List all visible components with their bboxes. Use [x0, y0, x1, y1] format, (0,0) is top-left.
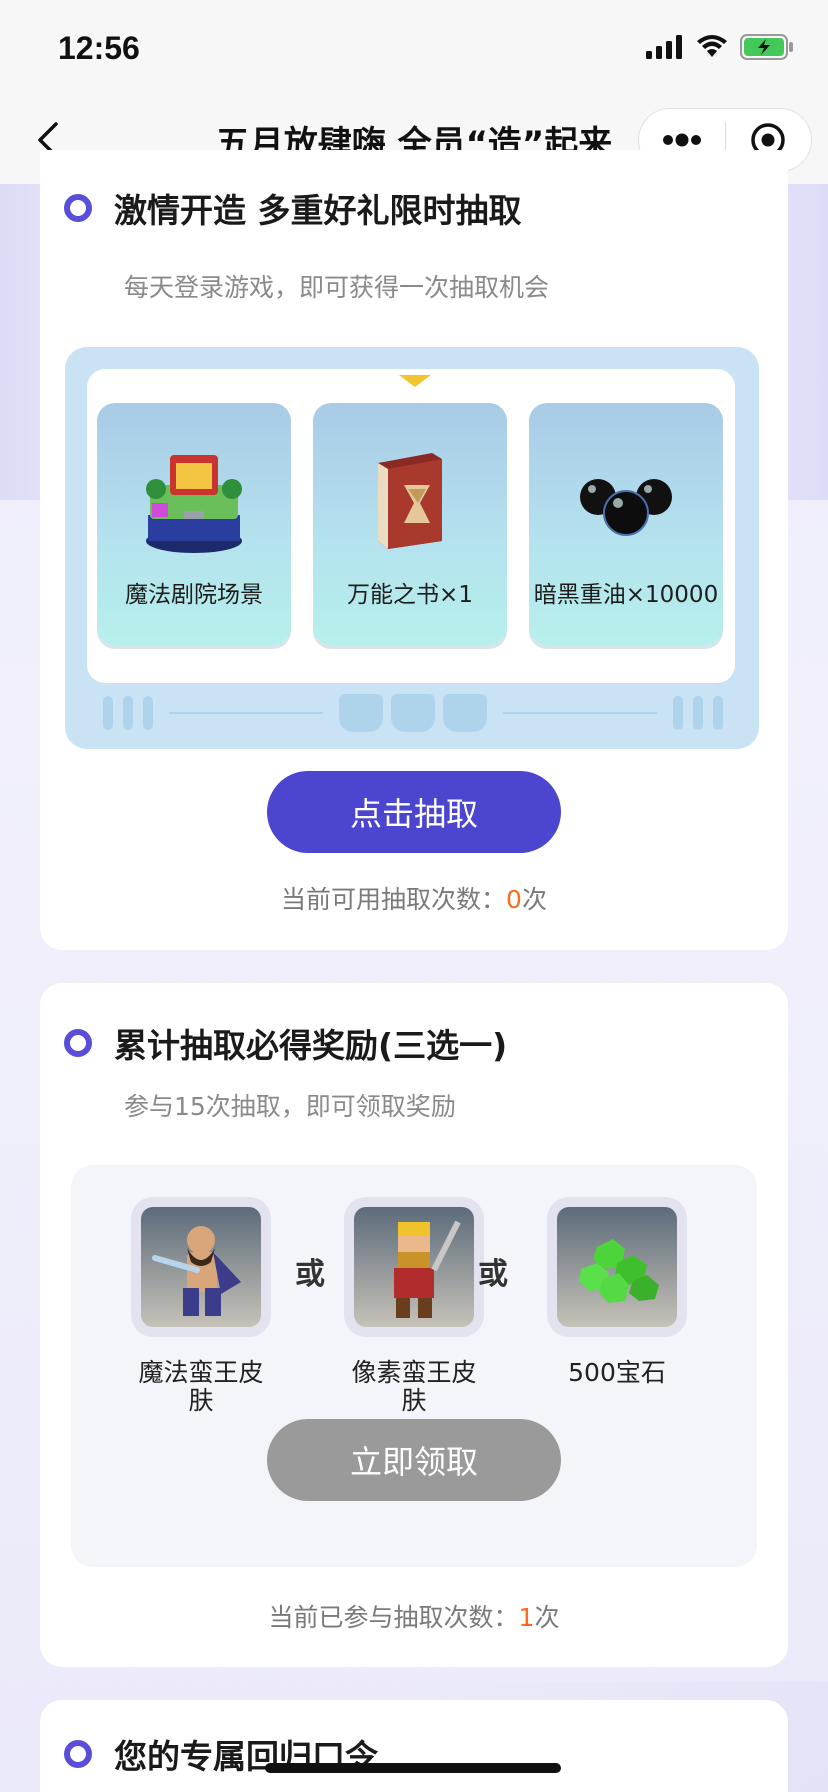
count-value: 1 — [518, 1603, 535, 1632]
reward-label: 500宝石 — [568, 1358, 666, 1387]
or-separator: 或 — [295, 1257, 325, 1292]
participated-draw-count: 当前已参与抽取次数：1次 — [40, 1598, 788, 1634]
count-suffix: 次 — [521, 885, 547, 914]
lottery-title: 激情开造 多重好礼限时抽取 — [114, 191, 522, 230]
status-icons — [646, 34, 794, 60]
or-separator: 或 — [478, 1257, 508, 1292]
draw-button[interactable]: 点击抽取 — [267, 771, 561, 853]
reward-label: 像素蛮王皮肤 — [351, 1358, 477, 1415]
barbarian-king-skin-icon — [141, 1207, 261, 1327]
book-icon — [378, 453, 442, 549]
prize-item: 魔法剧院场景 — [97, 403, 291, 645]
prize-item: 暗黑重油×10000 — [529, 403, 723, 645]
reward-option[interactable]: 像素蛮王皮肤 — [344, 1197, 484, 1415]
return-code-card: 您的专属回归口令 — [40, 1700, 788, 1792]
pointer-arrow-icon — [399, 375, 431, 387]
board-footer-decoration — [103, 691, 723, 735]
available-draw-count: 当前可用抽取次数：0次 — [40, 880, 788, 916]
lottery-card: 激情开造 多重好礼限时抽取 每天登录游戏，即可获得一次抽取机会 魔法剧院场景 万… — [40, 150, 788, 950]
reward-option[interactable]: 500宝石 — [547, 1197, 687, 1387]
status-bar: 12:56 — [0, 0, 828, 96]
count-prefix: 当前已参与抽取次数： — [268, 1603, 519, 1632]
prize-item: 万能之书×1 — [313, 403, 507, 645]
claim-button[interactable]: 立即领取 — [267, 1419, 561, 1501]
more-dots-icon — [662, 133, 701, 147]
reward-label: 魔法蛮王皮肤 — [138, 1358, 264, 1415]
reward-panel: 魔法蛮王皮肤 或 像素蛮王皮肤 或 500宝石 立即领取 — [71, 1165, 757, 1567]
home-indicator[interactable] — [265, 1763, 561, 1773]
section-dot-icon — [64, 1029, 92, 1057]
gems-icon — [557, 1207, 677, 1327]
count-prefix: 当前可用抽取次数： — [281, 885, 507, 914]
section-dot-icon — [64, 194, 92, 222]
signal-icon — [646, 35, 682, 59]
theater-scene-icon — [146, 455, 242, 553]
dark-elixir-icon — [580, 479, 672, 536]
wifi-icon — [697, 35, 727, 57]
lottery-subtitle: 每天登录游戏，即可获得一次抽取机会 — [124, 273, 550, 302]
count-value: 0 — [506, 885, 522, 914]
section-dot-icon — [64, 1740, 92, 1768]
prize-board-inner: 魔法剧院场景 万能之书×1 暗黑重油×10000 — [87, 369, 735, 683]
cumulative-reward-card: 累计抽取必得奖励(三选一) 参与15次抽取，即可领取奖励 魔法蛮王皮肤 或 像素… — [40, 983, 788, 1667]
pixel-king-skin-icon — [354, 1207, 474, 1327]
lottery-header: 激情开造 多重好礼限时抽取 — [64, 184, 522, 232]
battery-icon — [740, 34, 793, 60]
prize-label: 暗黑重油×10000 — [533, 582, 719, 608]
status-time: 12:56 — [58, 30, 140, 66]
cumulative-title: 累计抽取必得奖励(三选一) — [114, 1026, 508, 1065]
prize-label: 万能之书×1 — [347, 582, 473, 608]
reward-option[interactable]: 魔法蛮王皮肤 — [131, 1197, 271, 1415]
cumulative-header: 累计抽取必得奖励(三选一) — [64, 1019, 507, 1067]
cumulative-subtitle: 参与15次抽取，即可领取奖励 — [124, 1092, 456, 1121]
prize-label: 魔法剧院场景 — [125, 582, 263, 608]
prize-board: 魔法剧院场景 万能之书×1 暗黑重油×10000 — [65, 347, 759, 749]
count-suffix: 次 — [534, 1603, 560, 1632]
